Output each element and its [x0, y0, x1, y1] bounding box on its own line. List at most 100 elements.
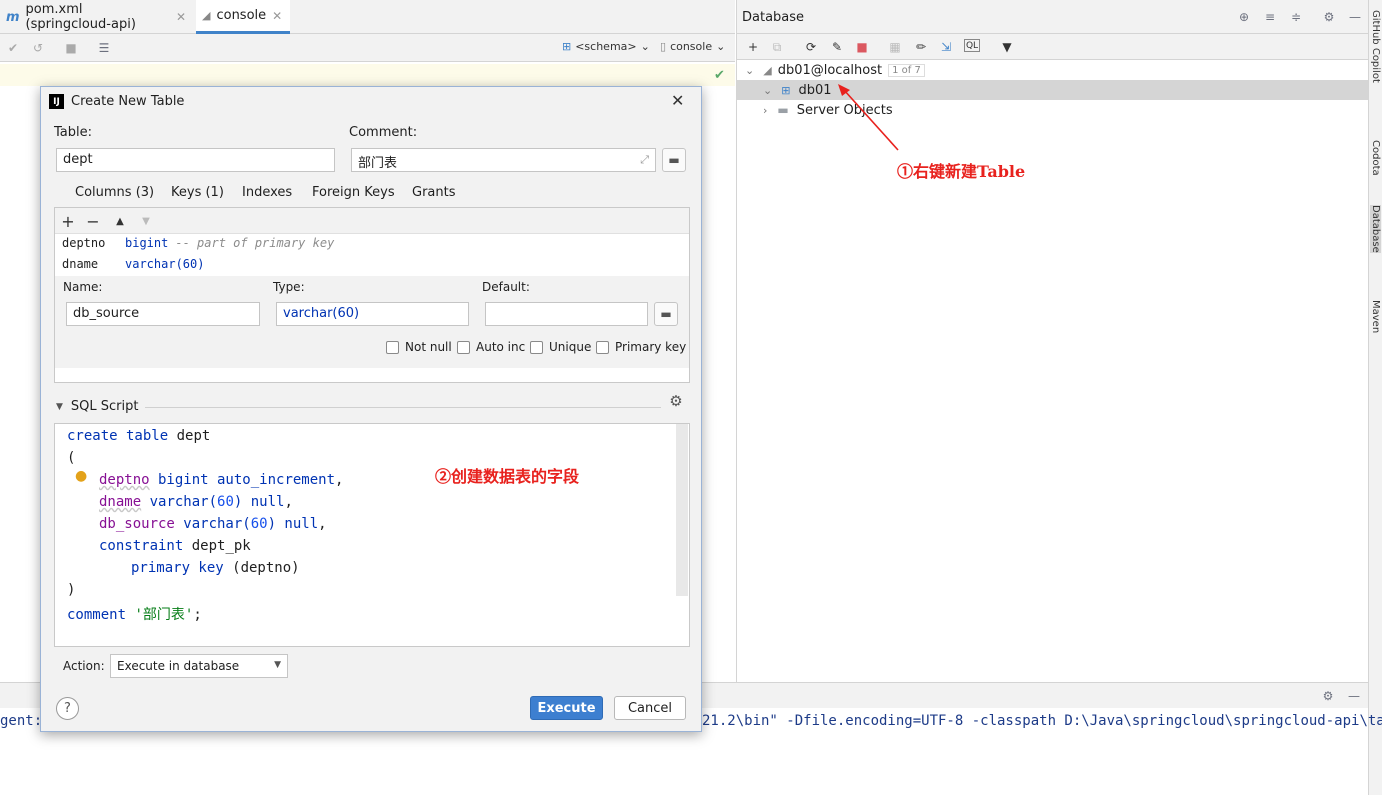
editor-toolbar: ✔ ↺ ■ ☰ ⊞ <schema> ⌄ ▯ console ⌄: [0, 34, 735, 62]
comment-input[interactable]: 部门表 ⤢: [351, 148, 656, 172]
table-icon[interactable]: ▦: [887, 39, 903, 55]
sql-line: comment '部门表';: [67, 607, 202, 623]
sql-line: create table dept: [67, 428, 211, 444]
gear-icon[interactable]: ⚙: [1321, 9, 1337, 25]
chevron-down-icon[interactable]: ⌄: [745, 64, 754, 77]
action-select[interactable]: Execute in database ▼: [110, 654, 288, 678]
gear-icon[interactable]: ⚙: [1320, 688, 1336, 704]
move-down-icon[interactable]: ▼: [138, 213, 154, 229]
query-console-icon[interactable]: QL: [964, 39, 980, 52]
gear-icon[interactable]: ⚙: [668, 392, 684, 410]
divider: [145, 407, 661, 408]
tab-keys[interactable]: Keys (1): [171, 185, 224, 209]
tab-pom-xml[interactable]: m pom.xml (springcloud-api) ✕: [0, 0, 192, 34]
minimize-icon[interactable]: —: [1346, 688, 1362, 704]
auto-inc-checkbox[interactable]: Auto inc: [457, 340, 525, 354]
create-table-dialog: IJ Create New Table ✕ Table: dept Commen…: [40, 86, 702, 732]
execute-button[interactable]: Execute: [530, 696, 603, 720]
table-view-icon[interactable]: ☰: [96, 40, 112, 56]
sql-line: db_source varchar(60) null,: [99, 516, 327, 532]
unique-checkbox[interactable]: Unique: [530, 340, 591, 354]
name-label: Name:: [63, 280, 103, 294]
column-editor: Name: db_source Type: varchar(60) Defaul…: [55, 276, 689, 368]
collapse-all-icon[interactable]: ≑: [1288, 9, 1304, 25]
primary-key-checkbox[interactable]: Primary key: [596, 340, 686, 354]
edit-icon[interactable]: ✏: [913, 39, 929, 55]
tab-foreign-keys[interactable]: Foreign Keys: [312, 185, 395, 209]
folder-icon: ▬: [777, 103, 789, 117]
scrollbar[interactable]: [676, 424, 688, 596]
sql-line: ): [67, 582, 76, 598]
copy-icon[interactable]: ⧉: [769, 39, 785, 55]
sql-section-toggle[interactable]: ▼ SQL Script: [56, 399, 139, 414]
tree-label: db01@localhost: [777, 62, 883, 78]
table-name-input[interactable]: dept: [56, 148, 335, 172]
tab-indexes[interactable]: Indexes: [242, 185, 292, 209]
crosshair-icon[interactable]: ⊕: [1236, 9, 1252, 25]
column-row[interactable]: dname varchar(60): [62, 257, 204, 271]
expand-all-icon[interactable]: ≡: [1262, 9, 1278, 25]
console-output-right: 21.2\bin" -Dfile.encoding=UTF-8 -classpa…: [702, 713, 1382, 729]
maven-icon: m: [6, 9, 20, 25]
default-editor-button[interactable]: ▬: [654, 302, 678, 326]
filter-icon[interactable]: ▼: [999, 39, 1015, 55]
cancel-button[interactable]: Cancel: [614, 696, 686, 720]
comment-editor-button[interactable]: ▬: [662, 148, 686, 172]
chevron-down-icon[interactable]: ⌄: [763, 84, 772, 97]
schema-edit-icon[interactable]: ✎: [829, 39, 845, 55]
console-selector[interactable]: ▯ console ⌄: [660, 40, 725, 53]
help-button[interactable]: ?: [56, 697, 79, 720]
column-type-input[interactable]: varchar(60): [276, 302, 469, 326]
github-copilot-tab[interactable]: GitHub Copilot: [1370, 10, 1381, 83]
stop-icon[interactable]: ■: [63, 40, 79, 56]
close-icon[interactable]: ✕: [272, 9, 282, 23]
checkbox-box: [457, 340, 470, 354]
not-null-checkbox[interactable]: Not null: [386, 340, 452, 354]
editor-highlight-line: [0, 64, 735, 86]
column-note: -- part of primary key: [175, 236, 335, 250]
expand-icon[interactable]: ⤢: [640, 153, 649, 167]
sql-line: dname varchar(60) null,: [99, 494, 293, 510]
check-icon[interactable]: ✔: [5, 40, 21, 56]
column-row[interactable]: deptno bigint -- part of primary key: [62, 236, 334, 250]
checkbox-label: Auto inc: [476, 340, 526, 354]
column-type: varchar(60): [125, 257, 205, 271]
schema-icon: ⊞: [562, 40, 572, 53]
jump-icon[interactable]: ⇲: [938, 39, 954, 55]
schema-selector[interactable]: ⊞ <schema> ⌄: [562, 40, 650, 53]
refresh-icon[interactable]: ⟳: [803, 39, 819, 55]
minimize-icon[interactable]: —: [1347, 9, 1363, 25]
tree-item-datasource[interactable]: ⌄ ◢ db01@localhost 1 of 7: [737, 60, 1369, 80]
maven-tab[interactable]: Maven: [1370, 300, 1381, 333]
codota-tab[interactable]: Codota: [1370, 140, 1381, 176]
sql-script-editor[interactable]: create table dept ( ● deptno bigint auto…: [54, 423, 690, 647]
action-label: Action:: [63, 659, 105, 673]
tab-console[interactable]: ◢ console ✕: [196, 0, 290, 34]
dialog-titlebar: IJ Create New Table ✕: [41, 87, 701, 117]
lightbulb-icon[interactable]: ●: [75, 468, 87, 484]
console-icon: ◢: [202, 9, 211, 22]
default-input[interactable]: [485, 302, 648, 326]
sql-section-label: SQL Script: [70, 399, 139, 414]
close-icon[interactable]: ✕: [176, 10, 186, 24]
tab-columns[interactable]: Columns (3): [65, 185, 165, 209]
sql-line: primary key (deptno): [131, 560, 300, 576]
column-name-input[interactable]: db_source: [66, 302, 260, 326]
stop-icon[interactable]: ■: [854, 39, 870, 55]
add-icon[interactable]: +: [745, 39, 761, 55]
schema-icon: ⊞: [781, 83, 791, 97]
database-tab[interactable]: Database: [1370, 205, 1381, 253]
revert-icon[interactable]: ↺: [30, 40, 46, 56]
close-icon[interactable]: ✕: [671, 91, 684, 110]
tab-grants[interactable]: Grants: [412, 185, 456, 209]
remove-icon[interactable]: −: [85, 212, 101, 231]
sql-line: (: [67, 450, 76, 466]
dialog-title: Create New Table: [71, 94, 185, 109]
annotation-arrow: [838, 84, 899, 151]
annotation-text: ②创建数据表的字段: [435, 467, 580, 486]
action-value: Execute in database: [117, 659, 240, 673]
move-up-icon[interactable]: ▲: [112, 213, 128, 229]
schema-label: <schema>: [575, 40, 637, 53]
chevron-right-icon[interactable]: ›: [763, 104, 767, 117]
add-icon[interactable]: +: [60, 212, 76, 231]
